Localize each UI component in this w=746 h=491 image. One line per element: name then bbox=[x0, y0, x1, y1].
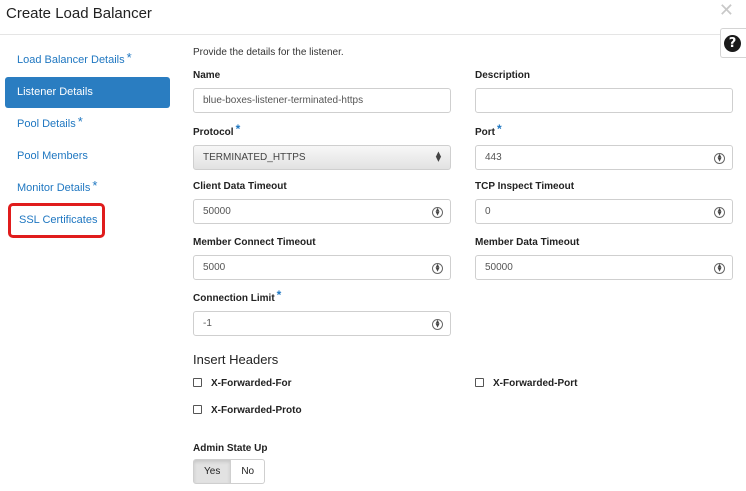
tcp-inspect-timeout-group: TCP Inspect Timeout 0 ▲ ▼ bbox=[475, 181, 733, 224]
help-button[interactable]: ? bbox=[720, 28, 746, 58]
stepper-icon[interactable]: ▲ ▼ bbox=[432, 263, 443, 274]
nav-item-load-balancer-details[interactable]: Load Balancer Details * bbox=[5, 45, 170, 76]
protocol-select[interactable]: TERMINATED_HTTPS ▲ ▼ bbox=[193, 145, 451, 170]
admin-state-label: Admin State Up bbox=[193, 443, 268, 454]
member-connect-timeout-value: 5000 bbox=[203, 262, 226, 273]
description-input[interactable] bbox=[475, 88, 733, 113]
nav-item-monitor-details[interactable]: Monitor Details * bbox=[5, 173, 170, 204]
close-icon[interactable]: ✕ bbox=[719, 2, 734, 20]
required-marker: * bbox=[276, 288, 282, 302]
name-field-group: Name blue-boxes-listener-terminated-http… bbox=[193, 70, 451, 113]
tcp-inspect-timeout-input[interactable]: 0 ▲ ▼ bbox=[475, 199, 733, 224]
stepper-icon[interactable]: ▲ ▼ bbox=[714, 207, 725, 218]
member-data-timeout-value: 50000 bbox=[485, 262, 513, 273]
admin-state-yes-button[interactable]: Yes bbox=[193, 459, 232, 484]
tcp-inspect-timeout-label: TCP Inspect Timeout bbox=[475, 181, 575, 192]
required-marker: * bbox=[497, 122, 502, 136]
port-value: 443 bbox=[485, 152, 502, 163]
nav-item-listener-details[interactable]: Listener Details bbox=[5, 77, 170, 108]
client-data-timeout-input[interactable]: 50000 ▲ ▼ bbox=[193, 199, 451, 224]
checkbox-label: X-Forwarded-For bbox=[211, 378, 292, 389]
select-arrows-icon: ▲ ▼ bbox=[435, 150, 442, 163]
checkbox-box[interactable] bbox=[475, 377, 484, 387]
name-input[interactable]: blue-boxes-listener-terminated-https bbox=[193, 88, 451, 113]
required-marker: * bbox=[235, 122, 241, 136]
required-marker: * bbox=[92, 178, 98, 193]
member-connect-timeout-input[interactable]: 5000 ▲ ▼ bbox=[193, 255, 451, 280]
required-marker: * bbox=[77, 114, 83, 129]
stepper-icon[interactable]: ▲ ▼ bbox=[432, 207, 443, 218]
x-forwarded-proto-checkbox[interactable]: X-Forwarded-Proto bbox=[193, 404, 302, 416]
nav-item-ssl-certificates[interactable]: SSL Certificates bbox=[8, 203, 105, 238]
port-label: Port * bbox=[475, 122, 502, 138]
client-data-timeout-label: Client Data Timeout bbox=[193, 181, 287, 192]
name-label: Name bbox=[193, 70, 221, 81]
connection-limit-input[interactable]: -1 ▲ ▼ bbox=[193, 311, 451, 336]
help-icon: ? bbox=[724, 35, 741, 52]
form-intro: Provide the details for the listener. bbox=[193, 47, 344, 58]
description-field-group: Description bbox=[475, 70, 733, 113]
protocol-value: TERMINATED_HTTPS bbox=[203, 152, 306, 163]
admin-state-group: Admin State Up bbox=[193, 443, 267, 454]
member-connect-timeout-group: Member Connect Timeout 5000 ▲ ▼ bbox=[193, 237, 451, 280]
nav-item-label: SSL Certificates bbox=[19, 214, 98, 226]
port-field-group: Port * 443 ▲ ▼ bbox=[475, 122, 733, 170]
protocol-field-group: Protocol * TERMINATED_HTTPS ▲ ▼ bbox=[193, 122, 451, 170]
tcp-inspect-timeout-value: 0 bbox=[485, 206, 491, 217]
connection-limit-group: Connection Limit * -1 ▲ ▼ bbox=[193, 288, 451, 336]
nav-item-label: Monitor Details bbox=[17, 182, 91, 194]
checkbox-label: X-Forwarded-Proto bbox=[211, 405, 302, 416]
nav-item-label: Pool Details bbox=[17, 118, 76, 130]
nav-item-label: Pool Members bbox=[17, 150, 88, 162]
client-data-timeout-group: Client Data Timeout 50000 ▲ ▼ bbox=[193, 181, 451, 224]
connection-limit-label: Connection Limit * bbox=[193, 288, 282, 304]
admin-state-no-button[interactable]: No bbox=[231, 459, 266, 484]
dialog-header: Create Load Balancer ✕ bbox=[0, 0, 746, 35]
dialog-title: Create Load Balancer bbox=[6, 5, 152, 22]
admin-state-toggle: Yes No bbox=[193, 459, 266, 484]
checkbox-box[interactable] bbox=[193, 404, 202, 414]
checkbox-box[interactable] bbox=[193, 377, 202, 387]
connection-limit-value: -1 bbox=[203, 318, 212, 329]
stepper-icon[interactable]: ▲ ▼ bbox=[432, 319, 443, 330]
description-label: Description bbox=[475, 70, 531, 81]
x-forwarded-for-checkbox[interactable]: X-Forwarded-For bbox=[193, 377, 292, 389]
member-data-timeout-label: Member Data Timeout bbox=[475, 237, 580, 248]
nav-item-label: Load Balancer Details bbox=[17, 54, 125, 66]
wizard-nav: Load Balancer Details * Listener Details … bbox=[5, 45, 170, 238]
checkbox-label: X-Forwarded-Port bbox=[493, 378, 578, 389]
protocol-label: Protocol * bbox=[193, 122, 241, 138]
member-connect-timeout-label: Member Connect Timeout bbox=[193, 237, 316, 248]
x-forwarded-port-checkbox[interactable]: X-Forwarded-Port bbox=[475, 377, 578, 389]
client-data-timeout-value: 50000 bbox=[203, 206, 231, 217]
required-marker: * bbox=[126, 50, 132, 65]
stepper-icon[interactable]: ▲ ▼ bbox=[714, 153, 725, 164]
stepper-icon[interactable]: ▲ ▼ bbox=[714, 263, 725, 274]
nav-item-label: Listener Details bbox=[17, 86, 93, 98]
member-data-timeout-group: Member Data Timeout 50000 ▲ ▼ bbox=[475, 237, 733, 280]
insert-headers-title: Insert Headers bbox=[193, 352, 279, 367]
nav-item-pool-members[interactable]: Pool Members bbox=[5, 141, 170, 172]
nav-item-pool-details[interactable]: Pool Details * bbox=[5, 109, 170, 140]
member-data-timeout-input[interactable]: 50000 ▲ ▼ bbox=[475, 255, 733, 280]
port-input[interactable]: 443 ▲ ▼ bbox=[475, 145, 733, 170]
